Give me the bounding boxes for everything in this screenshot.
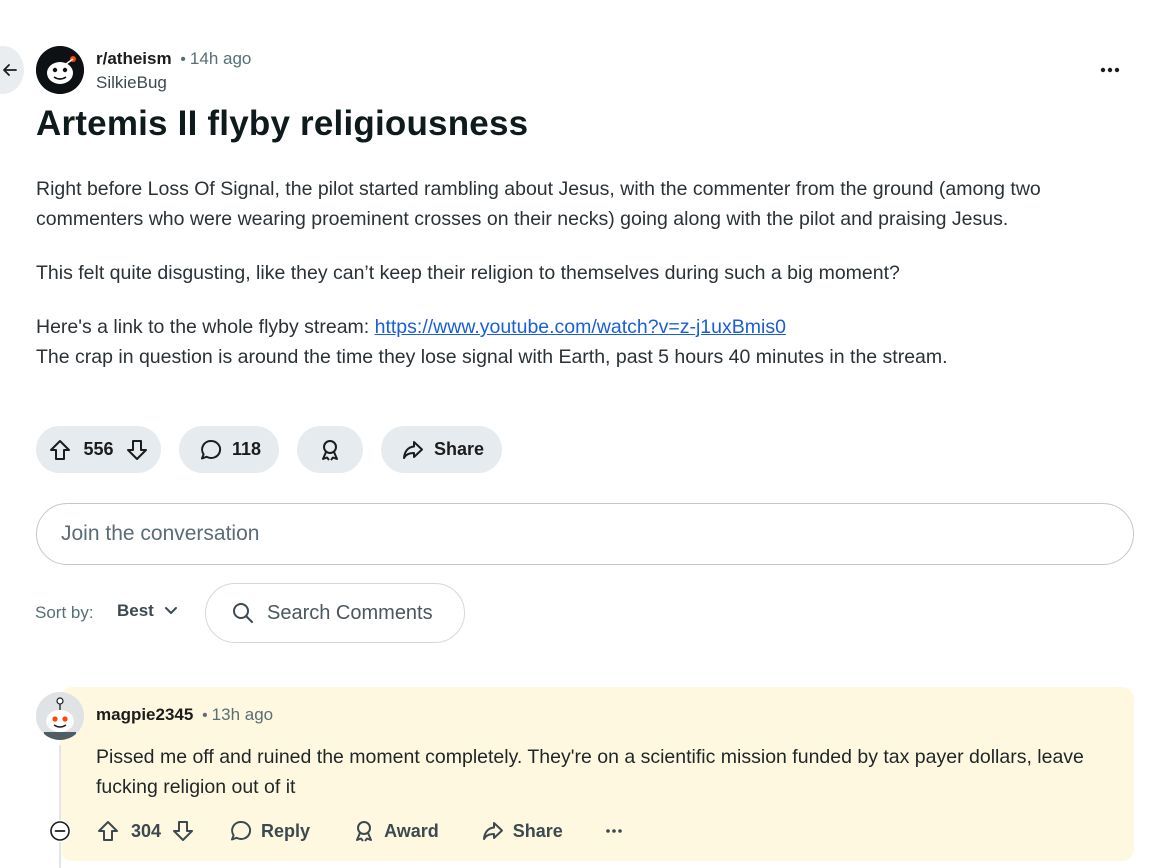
post-time: 14h ago: [189, 49, 252, 68]
comment-icon: [229, 819, 253, 843]
chevron-down-icon: [164, 606, 178, 616]
sort-dropdown[interactable]: Best: [117, 601, 178, 621]
share-button[interactable]: Share: [381, 426, 502, 473]
comment-actions: 304 Reply Award Share: [96, 814, 623, 848]
youtube-link[interactable]: https://www.youtube.com/watch?v=z-j1uxBm…: [375, 316, 786, 338]
award-icon: [318, 438, 342, 462]
comment-vote-count: 304: [131, 820, 162, 841]
share-icon: [401, 438, 425, 462]
upvote-icon[interactable]: [48, 438, 72, 462]
collapse-icon: [49, 820, 71, 842]
share-button[interactable]: Share: [481, 819, 563, 843]
reply-button[interactable]: Reply: [229, 819, 310, 843]
subreddit-name[interactable]: r/atheism • 14h ago: [96, 49, 251, 69]
post-paragraph: This felt quite disgusting, like they ca…: [36, 262, 900, 284]
award-button[interactable]: [297, 426, 363, 473]
more-icon: [1100, 67, 1120, 73]
separator-dot: •: [176, 51, 190, 68]
upvote-icon[interactable]: [96, 819, 120, 843]
comment-icon: [199, 438, 223, 462]
search-comments-button[interactable]: Search Comments: [205, 583, 465, 643]
join-conversation-input[interactable]: Join the conversation: [36, 503, 1134, 565]
post-body: Right before Loss Of Signal, the pilot s…: [36, 174, 1136, 372]
comment-count: 118: [232, 439, 262, 459]
link-intro: Here's a link to the whole flyby stream:: [36, 316, 375, 338]
back-arrow-icon: [2, 62, 18, 78]
share-label: Share: [434, 439, 485, 459]
sort-value: Best: [117, 601, 154, 620]
award-icon: [352, 819, 376, 843]
comment-text: Pissed me off and ruined the moment comp…: [96, 746, 1084, 798]
subreddit-link[interactable]: r/atheism: [96, 49, 172, 68]
more-icon: [605, 828, 623, 834]
join-placeholder: Join the conversation: [61, 522, 260, 545]
vote-pill: 556: [36, 426, 161, 473]
post-paragraph: Here's a link to the whole flyby stream:…: [36, 312, 1136, 372]
subreddit-avatar[interactable]: [36, 46, 84, 94]
search-comments-label: Search Comments: [267, 601, 433, 624]
collapse-thread-button[interactable]: [49, 820, 71, 842]
thread-line[interactable]: [59, 745, 61, 868]
separator-dot: •: [198, 707, 212, 724]
comment-author[interactable]: magpie2345: [96, 705, 193, 724]
share-icon: [481, 819, 505, 843]
vote-count: 556: [83, 439, 114, 459]
comment-time: 13h ago: [211, 705, 274, 724]
comment-meta: magpie2345 • 13h ago: [96, 705, 273, 725]
more-options-button[interactable]: [605, 828, 623, 834]
post-paragraph: Right before Loss Of Signal, the pilot s…: [36, 178, 1041, 230]
comments-button[interactable]: 118: [179, 426, 279, 473]
award-label: Award: [384, 820, 439, 841]
search-icon: [231, 601, 255, 625]
post-paragraph-last: The crap in question is around the time …: [36, 346, 948, 368]
downvote-icon[interactable]: [125, 438, 149, 462]
award-button[interactable]: Award: [352, 819, 439, 843]
post-title: Artemis II flyby religiousness: [36, 104, 529, 143]
downvote-icon[interactable]: [171, 819, 195, 843]
comment-avatar[interactable]: [36, 692, 84, 740]
back-button[interactable]: [0, 46, 24, 94]
more-options-button[interactable]: [1094, 58, 1126, 82]
reply-label: Reply: [261, 820, 311, 841]
post-author[interactable]: SilkieBug: [96, 73, 167, 93]
share-label: Share: [512, 820, 563, 841]
sort-label: Sort by:: [35, 603, 94, 622]
